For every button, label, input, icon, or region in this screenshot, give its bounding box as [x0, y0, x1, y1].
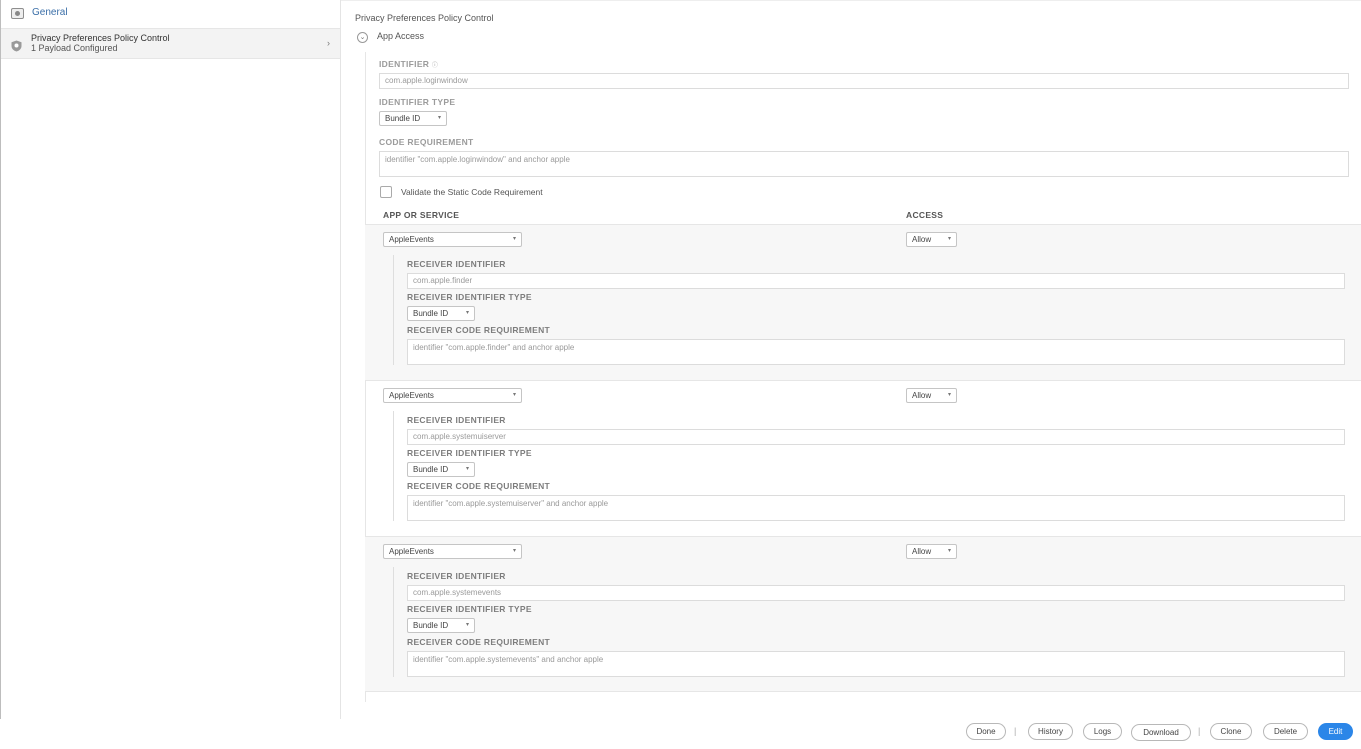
- caret-down-icon: ▾: [465, 310, 469, 316]
- receiver-identifier-type-value: Bundle ID: [413, 309, 449, 318]
- chevron-right-icon: ›: [327, 38, 330, 48]
- receiver-identifier-type-select[interactable]: Bundle ID ▾: [407, 618, 475, 633]
- identifier-field[interactable]: com.apple.loginwindow: [379, 73, 1349, 89]
- receiver-identifier-label: RECEIVER IDENTIFIER: [407, 259, 506, 269]
- caret-down-icon: ▾: [512, 392, 516, 398]
- receiver-code-requirement-field[interactable]: identifier "com.apple.systemuiserver" an…: [407, 495, 1345, 521]
- receiver-code-requirement-label: RECEIVER CODE REQUIREMENT: [407, 481, 551, 491]
- sidebar: General Privacy Preferences Policy Contr…: [0, 0, 341, 719]
- divider: [341, 0, 1361, 1]
- sidebar-item-general[interactable]: General: [1, 0, 340, 29]
- access-select[interactable]: Allow ▾: [906, 388, 957, 403]
- separator: |: [1198, 726, 1201, 736]
- access-row: AppleEvents ▾ Allow ▾ RECEIVER IDENTIFIE…: [365, 224, 1361, 380]
- access-row: AppleEvents ▾ Allow ▾ RECEIVER IDENTIFIE…: [365, 536, 1361, 692]
- code-requirement-field[interactable]: identifier "com.apple.loginwindow" and a…: [379, 151, 1349, 177]
- receiver-identifier-field[interactable]: com.apple.systemuiserver: [407, 429, 1345, 445]
- receiver-identifier-label: RECEIVER IDENTIFIER: [407, 571, 506, 581]
- footer-toolbar: Done | History Logs Download | Clone Del…: [0, 719, 1361, 749]
- shield-icon: [11, 40, 22, 52]
- caret-down-icon: ▾: [947, 392, 951, 398]
- info-icon: ⓘ: [431, 63, 439, 69]
- service-value: AppleEvents: [389, 547, 434, 556]
- logs-button[interactable]: Logs: [1083, 723, 1122, 740]
- access-value: Allow: [912, 547, 932, 556]
- caret-down-icon: ▾: [512, 548, 516, 554]
- identifier-type-value: Bundle ID: [385, 114, 421, 123]
- receiver-identifier-field[interactable]: com.apple.systemevents: [407, 585, 1345, 601]
- identifier-type-label: IDENTIFIER TYPE: [379, 97, 456, 107]
- sidebar-item-privacy-preferences[interactable]: Privacy Preferences Policy Control 1 Pay…: [1, 29, 340, 59]
- access-value: Allow: [912, 391, 932, 400]
- access-value: Allow: [912, 235, 932, 244]
- receiver-code-requirement-field[interactable]: identifier "com.apple.finder" and anchor…: [407, 339, 1345, 365]
- caret-down-icon: ▾: [465, 622, 469, 628]
- sidebar-item-title: Privacy Preferences Policy Control: [31, 33, 170, 43]
- access-select[interactable]: Allow ▾: [906, 232, 957, 247]
- access-row: AppleEvents ▾ Allow ▾ RECEIVER IDENTIFIE…: [365, 380, 1361, 536]
- general-settings-icon: [11, 8, 24, 19]
- receiver-identifier-type-label: RECEIVER IDENTIFIER TYPE: [407, 604, 532, 614]
- row-divider: [393, 567, 394, 677]
- validate-checkbox[interactable]: [380, 186, 392, 198]
- column-header-app-or-service: APP OR SERVICE: [383, 210, 460, 220]
- caret-down-icon: ▾: [947, 236, 951, 242]
- service-value: AppleEvents: [389, 235, 434, 244]
- column-header-access: ACCESS: [906, 210, 944, 220]
- row-divider: [393, 255, 394, 365]
- caret-down-icon: ▾: [465, 466, 469, 472]
- receiver-identifier-field[interactable]: com.apple.finder: [407, 273, 1345, 289]
- service-select[interactable]: AppleEvents ▾: [383, 388, 522, 403]
- done-button[interactable]: Done: [966, 723, 1006, 740]
- receiver-identifier-type-value: Bundle ID: [413, 621, 449, 630]
- download-button[interactable]: Download: [1131, 724, 1191, 741]
- payload-editor: Privacy Preferences Policy Control ⌄ App…: [341, 0, 1361, 719]
- caret-down-icon: ▾: [947, 548, 951, 554]
- code-requirement-label: CODE REQUIREMENT: [379, 137, 474, 147]
- validate-checkbox-label: Validate the Static Code Requirement: [401, 187, 543, 197]
- caret-down-icon: ▾: [437, 115, 441, 121]
- identifier-label: IDENTIFIER ⓘ: [379, 59, 439, 69]
- chevron-down-circle-icon[interactable]: ⌄: [357, 32, 368, 43]
- receiver-identifier-type-select[interactable]: Bundle ID ▾: [407, 306, 475, 321]
- edit-button[interactable]: Edit: [1318, 723, 1353, 740]
- sidebar-item-subtitle: 1 Payload Configured: [31, 43, 118, 53]
- service-value: AppleEvents: [389, 391, 434, 400]
- receiver-code-requirement-label: RECEIVER CODE REQUIREMENT: [407, 637, 551, 647]
- receiver-identifier-type-value: Bundle ID: [413, 465, 449, 474]
- caret-down-icon: ▾: [512, 236, 516, 242]
- access-select[interactable]: Allow ▾: [906, 544, 957, 559]
- payload-title: Privacy Preferences Policy Control: [355, 13, 494, 23]
- section-title-app-access: App Access: [377, 31, 425, 41]
- delete-button[interactable]: Delete: [1263, 723, 1308, 740]
- receiver-identifier-type-label: RECEIVER IDENTIFIER TYPE: [407, 292, 532, 302]
- receiver-identifier-type-select[interactable]: Bundle ID ▾: [407, 462, 475, 477]
- receiver-code-requirement-label: RECEIVER CODE REQUIREMENT: [407, 325, 551, 335]
- history-button[interactable]: History: [1028, 723, 1073, 740]
- receiver-code-requirement-field[interactable]: identifier "com.apple.systemevents" and …: [407, 651, 1345, 677]
- receiver-identifier-label: RECEIVER IDENTIFIER: [407, 415, 506, 425]
- row-divider: [393, 411, 394, 521]
- receiver-identifier-type-label: RECEIVER IDENTIFIER TYPE: [407, 448, 532, 458]
- separator: |: [1014, 726, 1017, 736]
- identifier-type-select[interactable]: Bundle ID ▾: [379, 111, 447, 126]
- service-select[interactable]: AppleEvents ▾: [383, 232, 522, 247]
- sidebar-item-label: General: [32, 7, 68, 18]
- clone-button[interactable]: Clone: [1210, 723, 1252, 740]
- service-select[interactable]: AppleEvents ▾: [383, 544, 522, 559]
